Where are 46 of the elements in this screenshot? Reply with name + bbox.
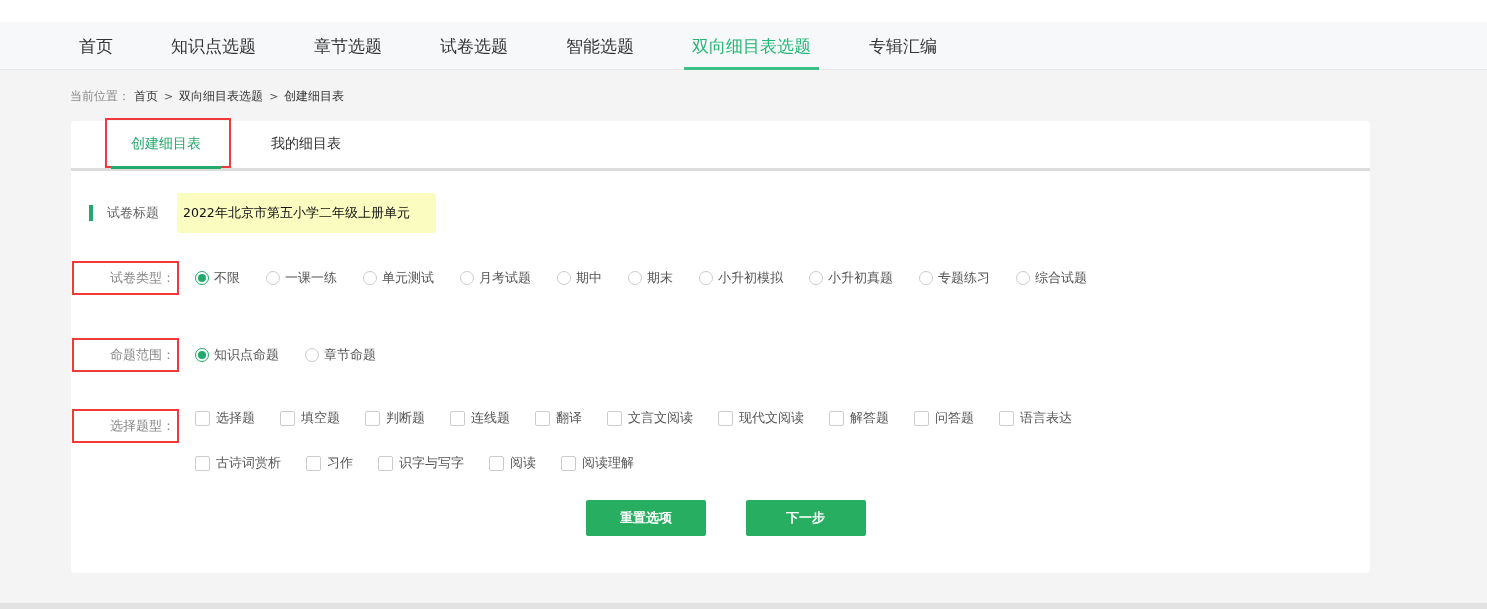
checkbox-option[interactable]: 判断题 <box>365 409 425 427</box>
breadcrumb-link[interactable]: 创建细目表 <box>284 87 345 105</box>
checkbox-option[interactable]: 填空题 <box>280 409 340 427</box>
checkbox-option[interactable]: 语言表达 <box>999 409 1072 427</box>
radio-option[interactable]: 期中 <box>557 269 602 287</box>
nav-tab[interactable]: 首页 <box>71 22 121 70</box>
radio-option[interactable]: 章节命题 <box>305 346 376 364</box>
field-label: 试卷标题 <box>107 204 160 222</box>
checkbox-option[interactable]: 选择题 <box>195 409 255 427</box>
breadcrumb-separator: > <box>164 89 174 103</box>
nav-tab[interactable]: 章节选题 <box>306 22 390 70</box>
radio-option[interactable]: 专题练习 <box>919 269 990 287</box>
radio-option[interactable]: 知识点命题 <box>195 346 279 364</box>
checkbox-option[interactable]: 现代文阅读 <box>718 409 804 427</box>
field-label: 命题范围： <box>109 346 176 364</box>
breadcrumb-link[interactable]: 首页 <box>134 87 158 105</box>
radio-option[interactable]: 一课一练 <box>266 269 337 287</box>
radio-option[interactable]: 不限 <box>195 269 240 287</box>
checkbox-option[interactable]: 阅读 <box>489 454 536 472</box>
checkbox-option[interactable]: 连线题 <box>450 409 510 427</box>
nav-tab[interactable]: 试卷选题 <box>432 22 516 70</box>
breadcrumb-label: 当前位置： <box>70 87 130 105</box>
radio-option[interactable]: 小升初真题 <box>809 269 893 287</box>
checkbox-option[interactable]: 问答题 <box>914 409 974 427</box>
checkbox-option[interactable]: 习作 <box>306 454 353 472</box>
section-marker <box>89 205 93 221</box>
field-label: 选择题型： <box>109 417 176 435</box>
checkbox-option[interactable]: 翻译 <box>535 409 582 427</box>
checkbox-option[interactable]: 古诗词赏析 <box>195 454 281 472</box>
radio-option[interactable]: 月考试题 <box>460 269 531 287</box>
radio-option[interactable]: 小升初模拟 <box>699 269 783 287</box>
checkbox-option[interactable]: 文言文阅读 <box>607 409 693 427</box>
title-field[interactable]: 2022年北京市第五小学二年级上册单元 <box>177 193 436 233</box>
field-label: 试卷类型： <box>109 269 176 287</box>
checkbox-option[interactable]: 解答题 <box>829 409 889 427</box>
nav-tab[interactable]: 专辑汇编 <box>861 22 945 70</box>
checkbox-option[interactable]: 阅读理解 <box>561 454 634 472</box>
nav-tab[interactable]: 知识点选题 <box>163 22 264 70</box>
radio-option[interactable]: 期末 <box>628 269 673 287</box>
radio-option[interactable]: 综合试题 <box>1016 269 1087 287</box>
radio-option[interactable]: 单元测试 <box>363 269 434 287</box>
checkbox-option[interactable]: 识字与写字 <box>378 454 464 472</box>
breadcrumb-separator: > <box>269 89 279 103</box>
tab[interactable]: 我的细目表 <box>251 120 361 169</box>
breadcrumb-link[interactable]: 双向细目表选题 <box>179 87 264 105</box>
nav-tab[interactable]: 智能选题 <box>558 22 642 70</box>
